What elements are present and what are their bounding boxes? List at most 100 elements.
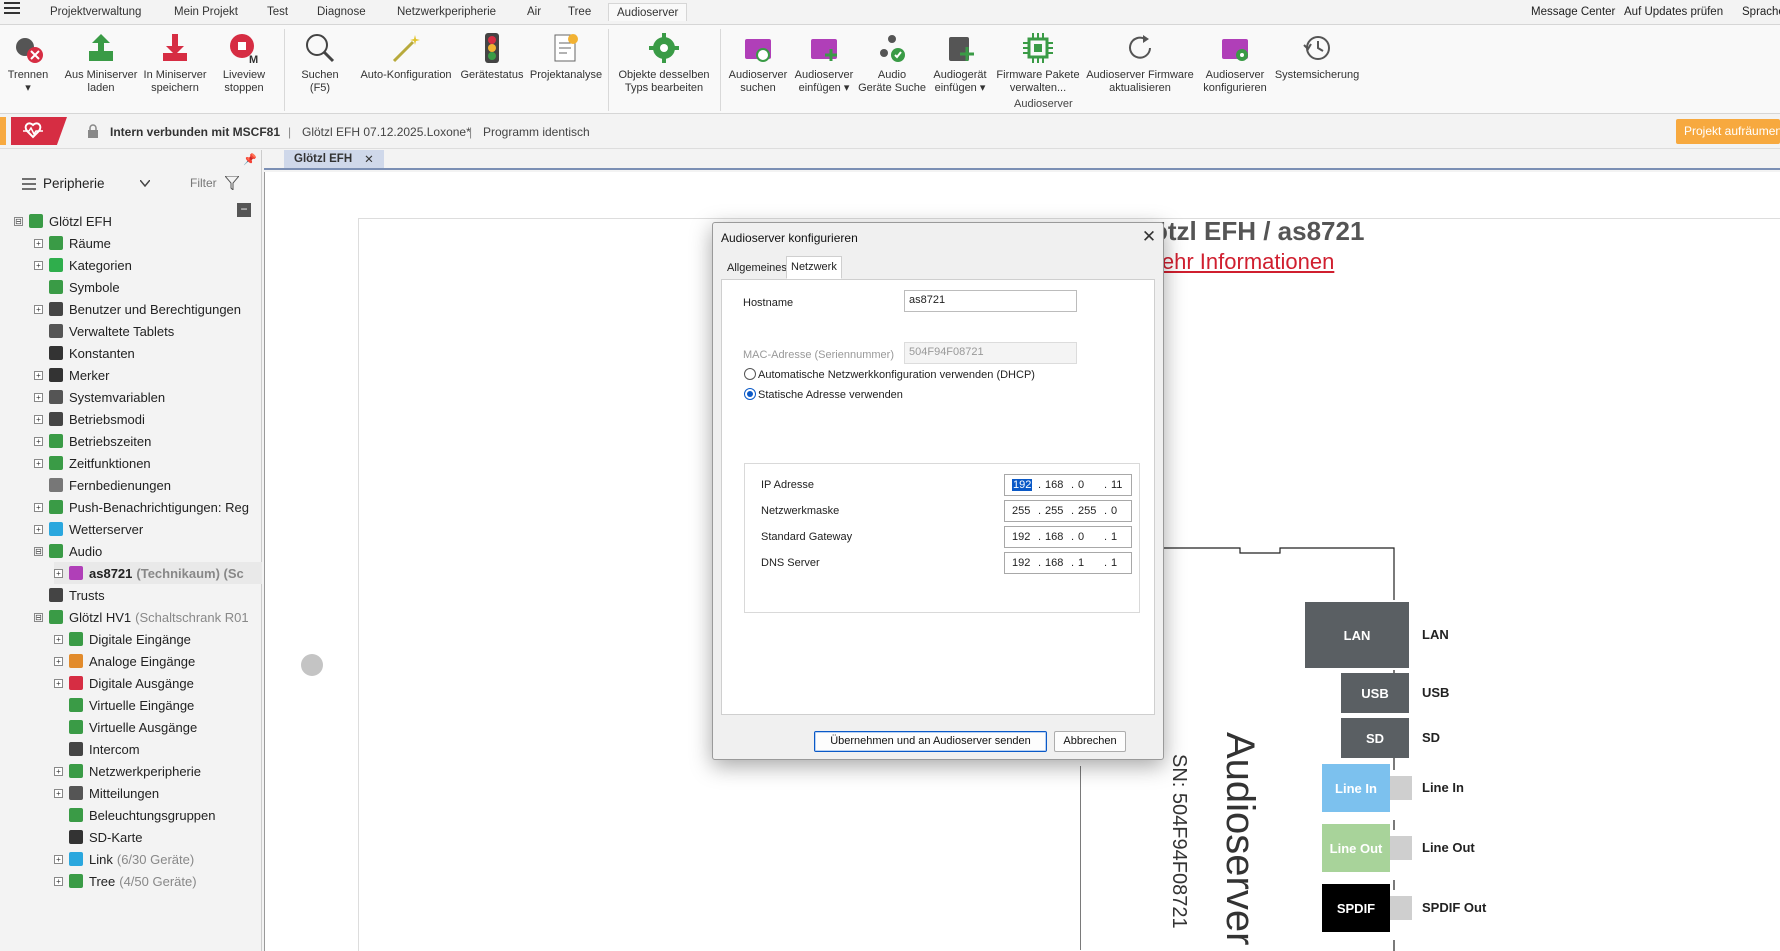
expand-icon[interactable]: + xyxy=(54,656,63,666)
audioserver-insert-button[interactable]: Audioserver einfügen ▾ xyxy=(790,31,858,109)
ip-octet[interactable]: 1 xyxy=(1111,531,1117,543)
expand-icon[interactable]: + xyxy=(54,678,63,688)
static-address-radio[interactable] xyxy=(744,388,756,400)
expand-icon[interactable]: + xyxy=(34,414,43,424)
expand-icon[interactable]: + xyxy=(54,854,63,864)
port-connector[interactable] xyxy=(1390,836,1412,860)
apply-and-send-button[interactable]: Übernehmen und an Audioserver senden xyxy=(814,731,1047,752)
system-backup-button[interactable]: Systemsicherung xyxy=(1272,31,1362,109)
tree-item[interactable]: Virtuelle Ausgänge xyxy=(54,716,262,738)
ip-octet[interactable]: 1 xyxy=(1111,557,1117,569)
port-box[interactable]: USB xyxy=(1341,673,1409,713)
port-connector[interactable] xyxy=(1390,896,1412,920)
tree-item[interactable]: + Link (6/30 Geräte) xyxy=(54,848,262,870)
tree-item[interactable]: SD-Karte xyxy=(54,826,262,848)
hamburger-menu-icon[interactable] xyxy=(4,2,20,16)
expand-icon[interactable]: + xyxy=(34,502,43,512)
tab-netzwerk[interactable]: Netzwerk xyxy=(786,256,842,279)
port-box[interactable]: SD xyxy=(1341,718,1409,758)
static-address-label[interactable]: Statische Adresse verwenden xyxy=(758,389,903,401)
tree-item[interactable]: Virtuelle Eingänge xyxy=(54,694,262,716)
tree-item[interactable]: Trusts xyxy=(34,584,262,606)
tree-item[interactable]: Verwaltete Tablets xyxy=(34,320,262,342)
ip-octet[interactable]: 168 xyxy=(1045,557,1063,569)
expand-icon[interactable]: + xyxy=(54,766,63,776)
tree-item[interactable]: + Merker xyxy=(34,364,262,386)
device-status-button[interactable]: Gerätestatus xyxy=(458,31,526,109)
tab-diagnose[interactable]: Diagnose xyxy=(309,5,374,23)
ip-octet[interactable]: 0 xyxy=(1111,505,1117,517)
ip-address-input[interactable]: 255. 255. 255. 0 xyxy=(1004,500,1132,522)
tree-item[interactable]: + Analoge Eingänge xyxy=(54,650,262,672)
dhcp-radio[interactable] xyxy=(744,368,756,380)
expand-icon[interactable]: + xyxy=(34,304,43,314)
audioserver-search-button[interactable]: Audioserver suchen xyxy=(724,31,792,109)
dialog-close-icon[interactable]: ✕ xyxy=(1139,227,1159,247)
save-to-miniserver-button[interactable]: In Miniserver speichern xyxy=(140,31,210,109)
tree-item[interactable]: + Wetterserver xyxy=(34,518,262,540)
expand-icon[interactable]: + xyxy=(54,788,63,798)
tree-item[interactable]: + Betriebszeiten xyxy=(34,430,262,452)
port-box[interactable]: Line Out xyxy=(1322,824,1390,872)
ip-octet[interactable]: 192 xyxy=(1012,557,1030,569)
tree-item[interactable]: + Benutzer und Berechtigungen xyxy=(34,298,262,320)
document-tab[interactable]: Glötzl EFH ✕ xyxy=(284,150,384,168)
expand-icon[interactable]: + xyxy=(34,238,43,248)
tree-item[interactable]: + Netzwerkperipherie xyxy=(54,760,262,782)
expand-icon[interactable]: + xyxy=(54,634,63,644)
port-connector[interactable] xyxy=(1390,776,1412,800)
tree-item[interactable]: + Digitale Ausgänge xyxy=(54,672,262,694)
language-link[interactable]: Sprache xyxy=(1742,6,1780,18)
scroll-handle[interactable] xyxy=(301,654,323,676)
tree-item[interactable]: Fernbedienungen xyxy=(34,474,262,496)
expand-icon[interactable]: + xyxy=(34,436,43,446)
expand-icon[interactable]: + xyxy=(34,392,43,402)
ip-octet[interactable]: 255 xyxy=(1045,505,1063,517)
ip-octet[interactable]: 192 xyxy=(1012,531,1030,543)
tab-test[interactable]: Test xyxy=(259,5,296,23)
expand-icon[interactable]: + xyxy=(34,458,43,468)
tree-item[interactable]: Intercom xyxy=(54,738,262,760)
ip-address-input[interactable]: 192. 168. 1. 1 xyxy=(1004,552,1132,574)
tree-item[interactable]: ⊟ Glötzl HV1 (Schaltschrank R01 xyxy=(34,606,262,628)
search-button[interactable]: Suchen (F5) xyxy=(294,31,346,109)
tree-item[interactable]: + Push-Benachrichtigungen: Reg xyxy=(34,496,262,518)
ip-octet[interactable]: 255 xyxy=(1012,505,1030,517)
collapse-icon[interactable]: ⊟ xyxy=(34,546,43,556)
tab-mein-projekt[interactable]: Mein Projekt xyxy=(166,5,246,23)
ip-octet[interactable]: 11 xyxy=(1111,479,1122,491)
filter-label[interactable]: Filter xyxy=(190,176,217,190)
close-icon[interactable]: ✕ xyxy=(364,152,374,166)
tree-item[interactable]: + Räume xyxy=(34,232,262,254)
filter-icon[interactable] xyxy=(225,176,239,190)
tree-item[interactable]: + Betriebsmodi xyxy=(34,408,262,430)
message-center-link[interactable]: Message Center xyxy=(1531,6,1615,18)
ip-octet[interactable]: 192 xyxy=(1012,479,1033,491)
ip-octet[interactable]: 168 xyxy=(1045,479,1063,491)
tab-air[interactable]: Air xyxy=(519,5,549,23)
collapse-icon[interactable]: ⊟ xyxy=(14,216,23,226)
updates-link[interactable]: Auf Updates prüfen xyxy=(1624,6,1723,18)
port-box[interactable]: LAN xyxy=(1305,602,1409,668)
tree-item[interactable]: + as8721 (Technikaum) (Sc xyxy=(54,562,262,584)
tree-item[interactable]: + Mitteilungen xyxy=(54,782,262,804)
port-box[interactable]: SPDIF xyxy=(1322,884,1390,932)
tab-tree[interactable]: Tree xyxy=(560,5,599,23)
tree-item[interactable]: + Zeitfunktionen xyxy=(34,452,262,474)
audio-device-search-button[interactable]: Audio Geräte Suche xyxy=(856,31,928,109)
ip-octet[interactable]: 1 xyxy=(1078,557,1084,569)
expand-icon[interactable]: + xyxy=(34,524,43,534)
liveview-stop-button[interactable]: M Liveview stoppen xyxy=(214,31,274,109)
tree-item[interactable]: + Systemvariablen xyxy=(34,386,262,408)
tree-item[interactable]: + Tree (4/50 Geräte) xyxy=(54,870,262,892)
ip-octet[interactable]: 0 xyxy=(1078,479,1084,491)
auto-config-button[interactable]: Auto-Konfiguration xyxy=(354,31,458,109)
tree-item[interactable]: Konstanten xyxy=(34,342,262,364)
load-from-miniserver-button[interactable]: Aus Miniserver laden xyxy=(60,31,142,109)
dhcp-label[interactable]: Automatische Netzwerkkonfiguration verwe… xyxy=(758,369,1035,381)
pin-icon[interactable]: 📌 xyxy=(243,153,257,166)
expand-icon[interactable]: + xyxy=(34,370,43,380)
cancel-button[interactable]: Abbrechen xyxy=(1054,731,1126,752)
project-cleanup-button[interactable]: Projekt aufräumen xyxy=(1676,119,1780,144)
disconnect-button[interactable]: Trennen ▾ xyxy=(4,31,52,109)
